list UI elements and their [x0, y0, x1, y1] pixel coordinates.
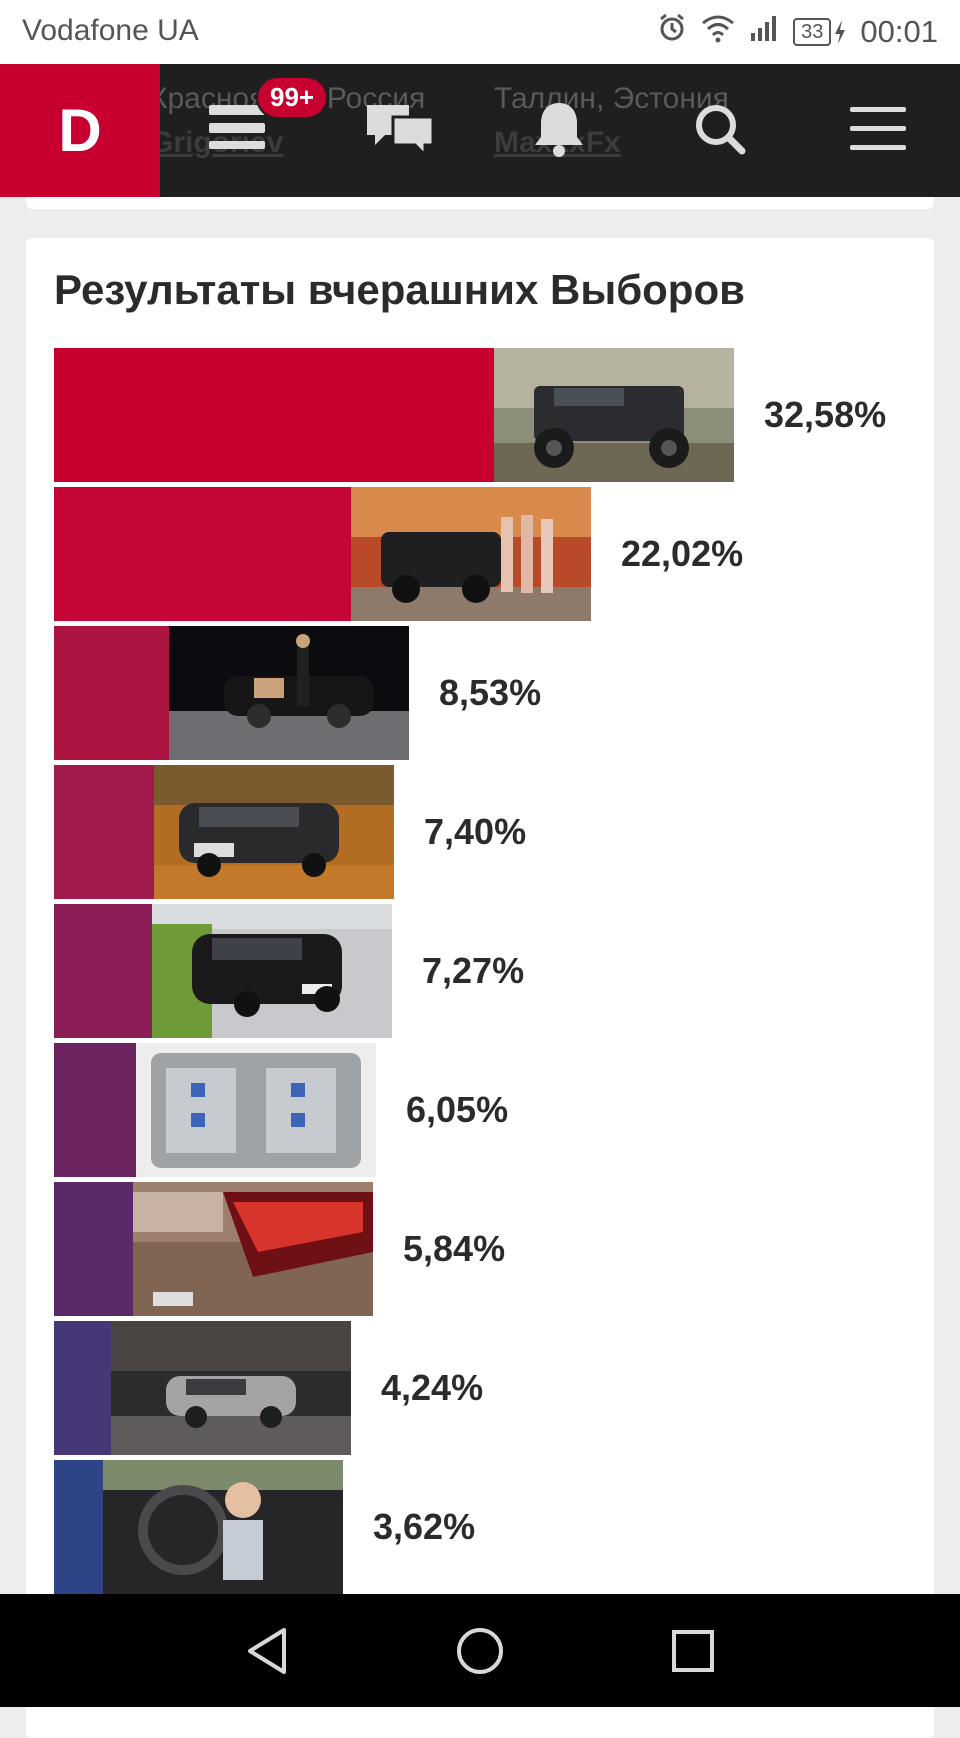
- result-bar[interactable]: [54, 765, 394, 899]
- recents-icon[interactable]: [666, 1624, 720, 1678]
- black-offroad-suv-photo[interactable]: [494, 348, 734, 482]
- silver-hatchback-photo[interactable]: [111, 1321, 351, 1455]
- result-bar[interactable]: [54, 1321, 351, 1455]
- result-percent: 32,58%: [764, 394, 887, 435]
- result-percent: 22,02%: [621, 533, 744, 574]
- result-percent: 8,53%: [439, 672, 542, 713]
- status-bar: Vodafone UA 33 00:01: [0, 0, 960, 64]
- result-bar-fill: [54, 348, 494, 482]
- system-nav-bar: [0, 1594, 960, 1707]
- back-icon[interactable]: [240, 1624, 294, 1678]
- menu-icon[interactable]: [838, 94, 918, 164]
- result-bar[interactable]: [54, 1043, 376, 1177]
- result-bar-fill: [54, 1043, 136, 1177]
- result-bar[interactable]: [54, 348, 734, 482]
- battery-indicator: 33: [793, 18, 846, 46]
- poll-results-card: Результаты вчерашних Выборов 32,58% 22,02…: [26, 238, 934, 1738]
- results-title: Результаты вчерашних Выборов: [54, 266, 745, 313]
- result-bar[interactable]: [54, 1182, 373, 1316]
- result-percent: 4,24%: [381, 1367, 484, 1408]
- result-bar-fill: [54, 626, 169, 760]
- clock: 00:01: [860, 14, 938, 49]
- status-icons: 33 00:01: [657, 12, 938, 52]
- battery-level: 33: [793, 18, 832, 46]
- result-bar-fill: [54, 765, 154, 899]
- result-percent: 7,27%: [422, 950, 525, 991]
- black-sedan-at-night-photo[interactable]: [169, 626, 409, 760]
- alarm-icon: [657, 13, 687, 51]
- chat-icon[interactable]: [360, 94, 440, 164]
- result-bar-fill: [54, 1321, 111, 1455]
- signal-icon: [749, 13, 779, 51]
- black-sedan-roadside-photo[interactable]: [152, 904, 392, 1038]
- result-bar-fill: [54, 1182, 133, 1316]
- carrier-name: Vodafone UA: [22, 14, 199, 47]
- engine-photo[interactable]: [136, 1043, 376, 1177]
- dark-sedan-autumn-photo[interactable]: [154, 765, 394, 899]
- drive2-logo[interactable]: D: [0, 64, 160, 197]
- notification-badge: 99+: [256, 76, 329, 119]
- result-bar[interactable]: [54, 1460, 343, 1594]
- child-in-car-photo[interactable]: [103, 1460, 343, 1594]
- result-bar-fill: [54, 487, 351, 621]
- result-bar[interactable]: [54, 904, 392, 1038]
- bell-icon[interactable]: [519, 94, 599, 164]
- wifi-icon: [701, 13, 735, 51]
- result-percent: 3,62%: [373, 1506, 476, 1547]
- black-suv-with-models-photo[interactable]: [351, 487, 591, 621]
- search-icon[interactable]: [680, 94, 760, 164]
- result-bar-fill: [54, 904, 152, 1038]
- result-bar-fill: [54, 1460, 103, 1594]
- result-bar[interactable]: [54, 626, 409, 760]
- result-bar[interactable]: [54, 487, 591, 621]
- result-percent: 7,40%: [424, 811, 527, 852]
- charging-icon: [835, 20, 846, 44]
- octavia-taillight-photo[interactable]: [133, 1182, 373, 1316]
- result-percent: 5,84%: [403, 1228, 506, 1269]
- previous-card-edge: [26, 197, 934, 209]
- home-icon[interactable]: [453, 1624, 507, 1678]
- app-header: Красноярск, Россия Grigoriev Таллин, Эст…: [0, 64, 960, 197]
- result-percent: 6,05%: [406, 1089, 509, 1130]
